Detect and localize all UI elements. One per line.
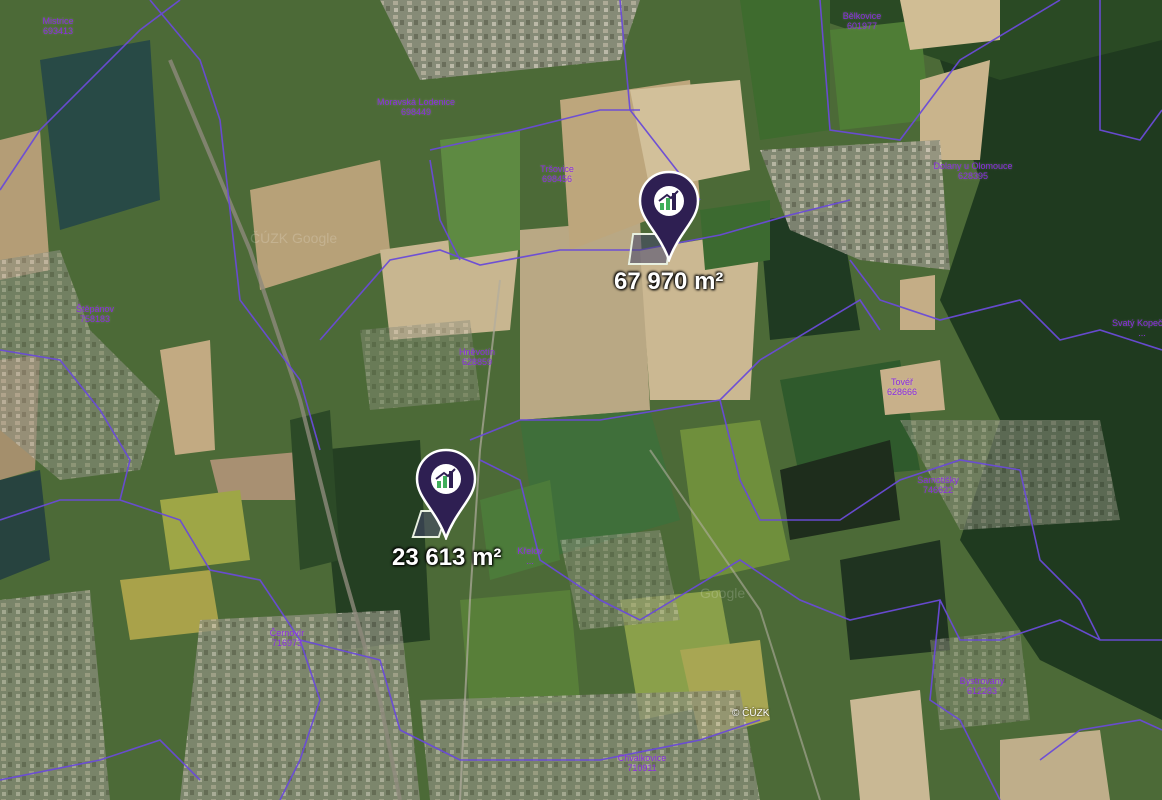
place-label[interactable]: Moravská Lodenice 698449 [377, 97, 455, 117]
place-name: Mistrice [42, 16, 74, 26]
area-label[interactable]: 23 613 m² [392, 544, 501, 572]
map-copyright: © ČÚZK [732, 708, 770, 719]
place-code: 628859 [461, 357, 493, 367]
place-code: 628666 [886, 387, 918, 397]
place-name: Černovír [269, 628, 305, 638]
property-marker[interactable] [414, 448, 478, 542]
place-label[interactable]: Svatý Kopeček... [1112, 318, 1162, 338]
place-label[interactable]: Dolany u Olomouce 628395 [933, 161, 1012, 181]
place-name: Samotišky [917, 475, 959, 485]
place-name: Moravská Lodenice [376, 97, 456, 107]
place-label[interactable]: Hněvotín 628859 [459, 347, 495, 367]
property-marker[interactable] [637, 170, 701, 264]
place-name: Bělkovice [842, 11, 882, 21]
place-code: 710911 [627, 763, 657, 773]
place-code: ... [526, 556, 534, 566]
place-name: Hněvotín [458, 347, 496, 357]
place-label[interactable]: Samotišky 746622 [917, 475, 959, 495]
place-name: Chválkovice [617, 753, 667, 763]
place-code: 746622 [922, 485, 954, 495]
place-label[interactable]: Křelov... [517, 546, 543, 566]
place-code: 758183 [79, 314, 111, 324]
map-watermark: ČÚZK Google [250, 230, 338, 246]
place-code: 698449 [400, 107, 432, 117]
place-label[interactable]: Štěpánov 758183 [76, 304, 114, 324]
place-code: 693413 [42, 26, 74, 36]
place-label[interactable]: Černovír 716973 [270, 628, 305, 648]
place-name: Křelov [517, 546, 543, 556]
place-code: 628395 [957, 171, 989, 181]
place-name: Tršovice [540, 164, 574, 174]
place-name: Dolany u Olomouce [933, 161, 1013, 171]
place-code: 698456 [541, 174, 573, 184]
place-code: ... [1138, 328, 1146, 338]
place-name: Tovéř [890, 377, 914, 387]
area-label[interactable]: 67 970 m² [614, 268, 723, 296]
place-label[interactable]: Mistrice 693413 [43, 16, 74, 36]
place-code: 716973 [271, 638, 303, 648]
place-code: 601977 [846, 21, 878, 31]
map-watermark: Google [700, 585, 746, 601]
map-pin-icon [415, 448, 477, 542]
map-pin-icon [638, 170, 700, 264]
place-label[interactable]: Bystrovany 612283 [960, 676, 1005, 696]
place-name: Štěpánov [75, 304, 115, 314]
place-name: Svatý Kopeček [1111, 318, 1162, 328]
place-label[interactable]: Chválkovice 710911 [618, 753, 667, 773]
place-label[interactable]: Tršovice 698456 [540, 164, 574, 184]
map-view[interactable]: ČÚZK Google Google Mistrice 693413 Bělkov… [0, 0, 1162, 800]
place-label[interactable]: Tovéř 628666 [887, 377, 917, 397]
place-label[interactable]: Bělkovice 601977 [843, 11, 882, 31]
place-code: 612283 [966, 686, 998, 696]
place-name: Bystrovany [959, 676, 1005, 686]
